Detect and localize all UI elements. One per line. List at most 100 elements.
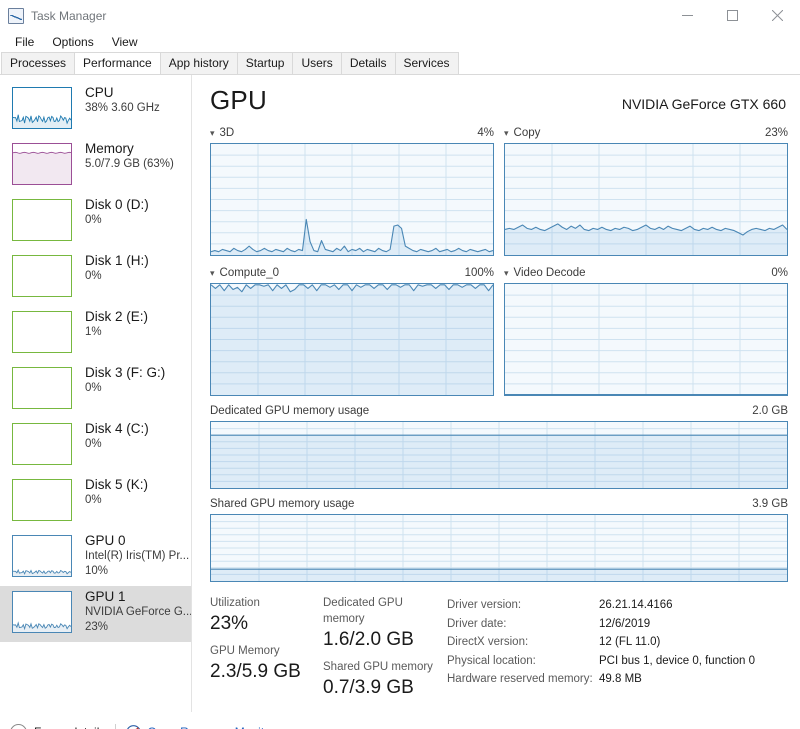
chevron-down-icon[interactable]: ▾ <box>210 129 215 138</box>
sidebar-item-title: Disk 5 (K:) <box>85 477 149 492</box>
directx-version-value: 12 (FL 11.0) <box>599 636 661 648</box>
stat-column-right: Dedicated GPU memory 1.6/2.0 GB Shared G… <box>323 595 436 707</box>
sidebar-item-disk-0-d[interactable]: Disk 0 (D:) 0% <box>0 194 191 250</box>
device-name: NVIDIA GeForce GTX 660 <box>621 96 786 112</box>
sidebar-item-title: Disk 4 (C:) <box>85 421 149 436</box>
tab-processes[interactable]: Processes <box>1 52 76 74</box>
menu-view[interactable]: View <box>103 33 147 51</box>
dedicated-memory-graph <box>210 421 788 489</box>
minimize-button[interactable] <box>665 0 710 31</box>
engine-graph-row-1: ▾ 3D 4% ▾ Copy 23% <box>210 127 788 256</box>
sidebar-item-sub: NVIDIA GeForce G... <box>85 606 191 618</box>
tab-startup[interactable]: Startup <box>236 52 294 74</box>
engine-copy-header[interactable]: ▾ Copy 23% <box>504 127 788 140</box>
stat-gpu-memory: GPU Memory 2.3/5.9 GB <box>210 643 323 685</box>
sidebar-item-title: Disk 1 (H:) <box>85 253 149 268</box>
sidebar-thumbnail <box>12 311 72 353</box>
sidebar-item-title: GPU 1 <box>85 589 126 604</box>
stat-utilization: Utilization 23% <box>210 595 323 637</box>
sidebar-item-text: Disk 5 (K:) 0% <box>85 474 148 508</box>
sidebar-item-cpu[interactable]: CPU 38% 3.60 GHz <box>0 82 191 138</box>
window-controls <box>665 0 800 31</box>
sidebar-item-memory[interactable]: Memory 5.0/7.9 GB (63%) <box>0 138 191 194</box>
sidebar-item-disk-3-f-g[interactable]: Disk 3 (F: G:) 0% <box>0 362 191 418</box>
sidebar-item-sub: 0% <box>85 270 102 282</box>
chevron-down-icon[interactable]: ▾ <box>504 129 509 138</box>
engine-3d-header[interactable]: ▾ 3D 4% <box>210 127 494 140</box>
menu-bar: File Options View <box>0 31 800 53</box>
physical-location-value: PCI bus 1, device 0, function 0 <box>599 654 755 667</box>
stats-area: Utilization 23% GPU Memory 2.3/5.9 GB De… <box>210 595 788 707</box>
tab-details[interactable]: Details <box>340 52 396 74</box>
sidebar-item-text: Disk 4 (C:) 0% <box>85 418 149 452</box>
tab-services[interactable]: Services <box>394 52 459 74</box>
sidebar-item-sub: 0% <box>85 438 102 450</box>
maximize-button[interactable] <box>710 0 755 31</box>
chevron-down-icon[interactable]: ▾ <box>504 269 509 278</box>
engine-video-decode-graph <box>504 283 788 396</box>
sidebar-thumbnail <box>12 87 72 129</box>
engine-3d-label: 3D <box>219 127 235 139</box>
sidebar-thumbnail <box>12 535 72 577</box>
tab-performance[interactable]: Performance <box>74 52 161 74</box>
sidebar-item-disk-5-k[interactable]: Disk 5 (K:) 0% <box>0 474 191 530</box>
sidebar-item-text: CPU 38% 3.60 GHz <box>85 82 160 116</box>
close-button[interactable] <box>755 0 800 31</box>
stat-dedicated-memory-label: Dedicated GPU memory <box>323 597 403 625</box>
hardware-reserved-label: Hardware reserved memory: <box>447 673 593 685</box>
sidebar-item-gpu-1[interactable]: GPU 1 NVIDIA GeForce G... 23% <box>0 586 191 642</box>
open-resource-monitor-link[interactable]: Open Resource Monitor <box>126 724 275 729</box>
stat-dedicated-memory: Dedicated GPU memory 1.6/2.0 GB <box>323 595 436 653</box>
driver-info: Driver version: 26.21.14.4166 Driver dat… <box>447 595 755 707</box>
window-title: Task Manager <box>31 8 107 23</box>
title-bar: Task Manager <box>0 0 800 31</box>
engine-compute0-header[interactable]: ▾ Compute_0 100% <box>210 267 494 280</box>
menu-options[interactable]: Options <box>43 33 102 51</box>
engine-3d-value: 4% <box>477 127 494 139</box>
sidebar-item-gpu-0[interactable]: GPU 0 Intel(R) Iris(TM) Pr... 10% <box>0 530 191 586</box>
fewer-details-button[interactable]: Fewer details <box>10 723 105 729</box>
engine-copy: ▾ Copy 23% <box>504 127 788 256</box>
sidebar-item-sub: 38% 3.60 GHz <box>85 102 160 114</box>
content-area: CPU 38% 3.60 GHz Memory 5.0/7.9 GB (63%) Dis… <box>0 75 800 712</box>
sidebar-item-sub: 0% <box>85 214 102 226</box>
sidebar-item-sub: Intel(R) Iris(TM) Pr... <box>85 550 190 562</box>
directx-version-label: DirectX version: <box>447 636 529 648</box>
dedicated-memory-header: Dedicated GPU memory usage 2.0 GB <box>210 405 788 418</box>
engine-video-decode-header[interactable]: ▾ Video Decode 0% <box>504 267 788 280</box>
stat-columns: Utilization 23% GPU Memory 2.3/5.9 GB De… <box>210 595 436 707</box>
tab-strip: Processes Performance App history Startu… <box>0 52 800 75</box>
driver-date-label: Driver date: <box>447 617 507 630</box>
chevron-up-circle-icon <box>10 723 27 729</box>
sidebar-item-sub: 5.0/7.9 GB (63%) <box>85 158 174 170</box>
sidebar-thumbnail <box>12 143 72 185</box>
sidebar-item-disk-4-c[interactable]: Disk 4 (C:) 0% <box>0 418 191 474</box>
sidebar-thumbnail <box>12 591 72 633</box>
driver-date-value: 12/6/2019 <box>599 617 651 630</box>
engine-3d-graph <box>210 143 494 256</box>
fewer-details-label: Fewer details <box>34 725 105 729</box>
menu-file[interactable]: File <box>6 33 43 51</box>
physical-location-label: Physical location: <box>447 654 536 667</box>
sidebar-item-disk-1-h[interactable]: Disk 1 (H:) 0% <box>0 250 191 306</box>
sidebar-item-sub2: 23% <box>85 621 109 633</box>
sidebar-thumbnail <box>12 423 72 465</box>
engine-copy-label: Copy <box>513 127 541 139</box>
sidebar-item-disk-2-e[interactable]: Disk 2 (E:) 1% <box>0 306 191 362</box>
sidebar-item-text: Disk 0 (D:) 0% <box>85 194 149 228</box>
stat-shared-memory-label: Shared GPU memory <box>323 661 433 673</box>
tab-app-history[interactable]: App history <box>159 52 238 74</box>
sidebar-item-sub: 1% <box>85 326 102 338</box>
dedicated-memory-label: Dedicated GPU memory usage <box>210 405 370 417</box>
sidebar-item-text: GPU 0 Intel(R) Iris(TM) Pr... 10% <box>85 530 189 579</box>
chevron-down-icon[interactable]: ▾ <box>210 269 215 278</box>
sidebar-item-sub: 0% <box>85 494 102 506</box>
resource-monitor-icon <box>127 724 141 729</box>
driver-version-value: 26.21.14.4166 <box>599 599 673 611</box>
stat-gpu-memory-label: GPU Memory <box>210 645 280 657</box>
sidebar-item-title: Memory <box>85 141 134 156</box>
engine-copy-value: 23% <box>764 127 788 139</box>
tab-users[interactable]: Users <box>292 52 342 74</box>
resource-sidebar[interactable]: CPU 38% 3.60 GHz Memory 5.0/7.9 GB (63%) Dis… <box>0 75 192 712</box>
engine-video-decode-value: 0% <box>771 267 788 279</box>
